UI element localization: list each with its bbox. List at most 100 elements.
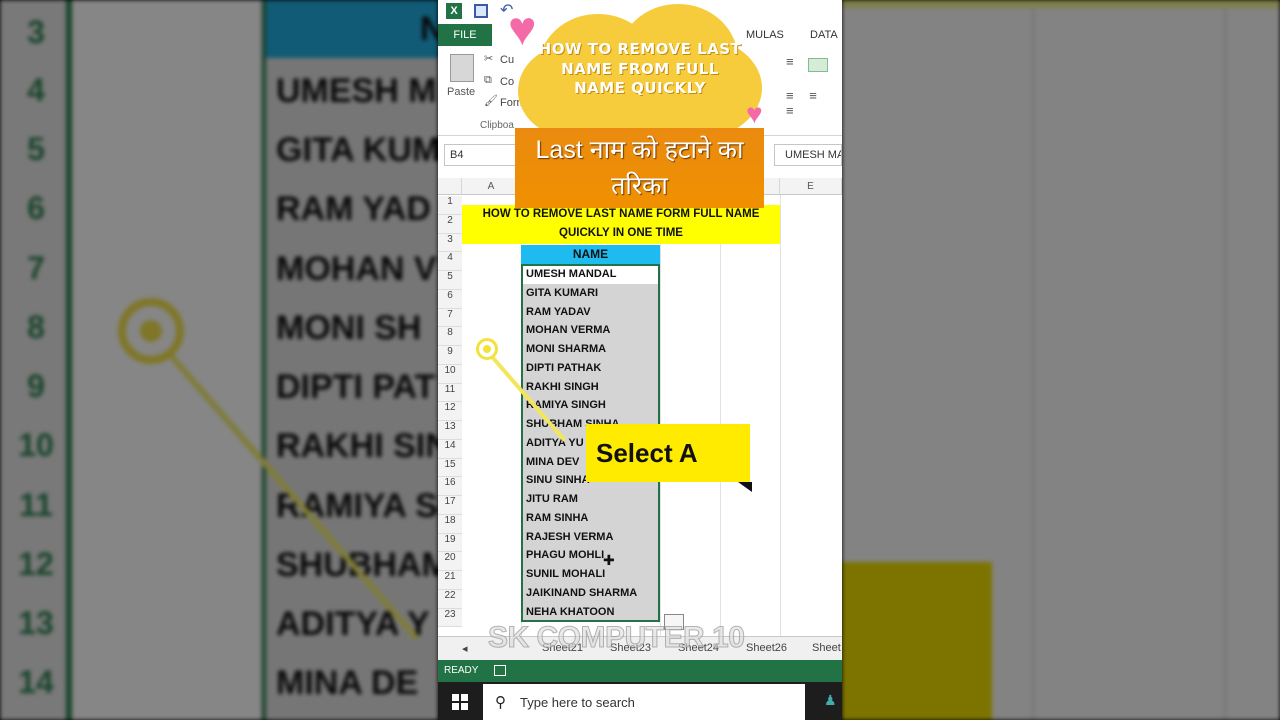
bg-column-b: N UMESH M GITA KUM RAM YAD MOHAN V MONI … [262,0,438,720]
excel-app-icon: X [446,3,462,19]
row-header[interactable]: 15 [438,458,462,478]
middle-align-icon[interactable] [808,58,828,72]
callout-text: Select A [596,438,698,468]
row-header[interactable]: 1 [438,196,462,215]
name-cell[interactable]: JAIKINAND SHARMA [526,587,637,599]
sheet-tab[interactable]: Sheet [812,642,841,654]
row-header[interactable]: 3 [438,233,462,253]
channel-watermark: SK COMPUTER 10 [487,621,745,655]
name-cell[interactable]: MOHAN VERMA [526,324,610,336]
row-header[interactable]: 21 [438,571,462,590]
name-cell[interactable]: MONI SHARMA [526,343,606,355]
bg-name: GITA KUM [276,131,438,169]
copy-label[interactable]: Co [500,76,514,88]
left-align-icon[interactable]: ≡ ≡ ≡ [786,88,842,118]
name-cell[interactable]: SINU SINHA [526,474,590,486]
row-header[interactable]: 18 [438,514,462,534]
video-frame: X ↶ FILE MULAS DATA Paste ✂ Cu ⧉ Co 🖌 Fo… [438,0,842,720]
bg-name: RAKHI SIN [276,427,438,465]
worksheet-grid[interactable]: A E 1 2 3 4 5 6 7 8 9 10 11 12 13 14 15 16 17 18 19 20 21 22 2… [438,178,842,644]
bg-row-number: 8 [27,309,45,345]
row-header[interactable]: 10 [438,364,462,384]
row-header[interactable]: 19 [438,533,462,553]
windows-taskbar: ⚲ Type here to search ♟ [438,682,842,720]
format-painter-icon[interactable]: 🖌 [484,94,498,107]
row-header[interactable]: 14 [438,439,462,459]
row-header[interactable]: 8 [438,327,462,346]
status-text: READY [444,665,479,676]
cross-cursor-icon: ✚ [603,552,615,568]
taskbar-app-icon[interactable]: ♟ [824,692,837,709]
status-bar: READY [438,660,842,682]
paste-icon[interactable] [450,54,474,82]
name-cell[interactable]: PHAGU MOHLI [526,549,604,561]
cloud-title-text: HOW TO REMOVE LAST NAME FROM FULL NAME Q… [538,40,742,97]
row-header[interactable]: 20 [438,552,462,571]
row-header[interactable]: 5 [438,271,462,290]
column-header-a[interactable]: A [462,178,521,195]
cut-icon[interactable]: ✂ [484,52,493,65]
title-cell[interactable]: HOW TO REMOVE LAST NAME FORM FULL NAME Q… [462,205,780,244]
row-header[interactable]: 2 [438,214,462,234]
formula-input[interactable]: UMESH MA [774,144,842,166]
background-left-zoom: 3 4 5 6 7 8 9 10 11 12 13 14 N UMESH M G… [0,0,438,720]
taskbar-search-box[interactable]: ⚲ Type here to search [483,684,805,720]
sheet-nav-left-icon[interactable]: ◂ [462,642,468,655]
row-header[interactable]: 13 [438,421,462,440]
hindi-caption-text: Last नाम को हटाने का तरिका [535,136,744,200]
bg-name: RAM YAD [276,190,431,228]
bg-name: UMESH M [276,72,437,110]
name-cell[interactable]: MINA DEV [526,456,579,468]
bg-row-number: 14 [18,664,54,700]
row-header[interactable]: 16 [438,477,462,496]
callout-box: Select A [586,424,752,492]
gridline [660,195,661,644]
background-row-numbers: 3 4 5 6 7 8 9 10 11 12 13 14 [0,0,72,720]
heart-icon: ♥ [508,3,537,56]
windows-start-icon[interactable] [452,694,468,710]
tab-data[interactable]: DATA [810,24,838,46]
row-header[interactable]: 12 [438,402,462,421]
row-header[interactable]: 7 [438,308,462,328]
bg-name: MONI SH [276,309,422,347]
copy-icon[interactable]: ⧉ [484,74,492,87]
name-cell[interactable]: RAM YADAV [526,306,591,318]
row-header[interactable]: 23 [438,608,462,628]
search-icon: ⚲ [495,694,506,711]
name-cell[interactable]: GITA KUMARI [526,287,598,299]
name-cell[interactable]: DIPTI PATHAK [526,362,601,374]
sheet-tab[interactable]: Sheet26 [746,642,787,654]
name-cell[interactable]: RAKHI SINGH [526,381,599,393]
paste-button-label[interactable]: Paste [447,86,475,98]
name-header-cell[interactable]: NAME [521,245,660,264]
row-header[interactable]: 11 [438,383,462,403]
name-cell[interactable]: ADITYA YU [526,437,584,449]
bg-row-number: 11 [19,487,53,523]
macro-record-icon[interactable] [494,665,506,676]
bg-row-number: 12 [18,546,54,582]
gridline [720,195,721,644]
name-cell[interactable]: UMESH MANDAL [526,268,616,280]
tab-file[interactable]: FILE [438,24,492,46]
column-header-e[interactable]: E [780,178,842,195]
bg-row-number: 4 [27,72,45,108]
name-cell[interactable]: SUNIL MOHALI [526,568,605,580]
save-icon[interactable] [474,4,488,18]
row-header[interactable]: 6 [438,289,462,309]
gridline [780,195,781,644]
name-cell[interactable]: RAJESH VERMA [526,531,613,543]
bg-name: MINA DE [276,664,419,702]
bg-row-number: 6 [27,190,45,226]
name-box[interactable]: B4 [444,144,516,166]
row-header[interactable]: 9 [438,346,462,365]
select-all-corner[interactable] [438,178,462,195]
top-align-icon[interactable]: ≡ [786,54,800,69]
bg-column-a [72,0,262,720]
name-cell[interactable]: RAM SINHA [526,512,588,524]
name-cell[interactable]: NEHA KHATOON [526,606,614,618]
row-header[interactable]: 17 [438,496,462,515]
row-header[interactable]: 22 [438,589,462,609]
row-header[interactable]: 4 [438,252,462,271]
bg-row-number: 5 [27,131,45,167]
name-cell[interactable]: JITU RAM [526,493,578,505]
